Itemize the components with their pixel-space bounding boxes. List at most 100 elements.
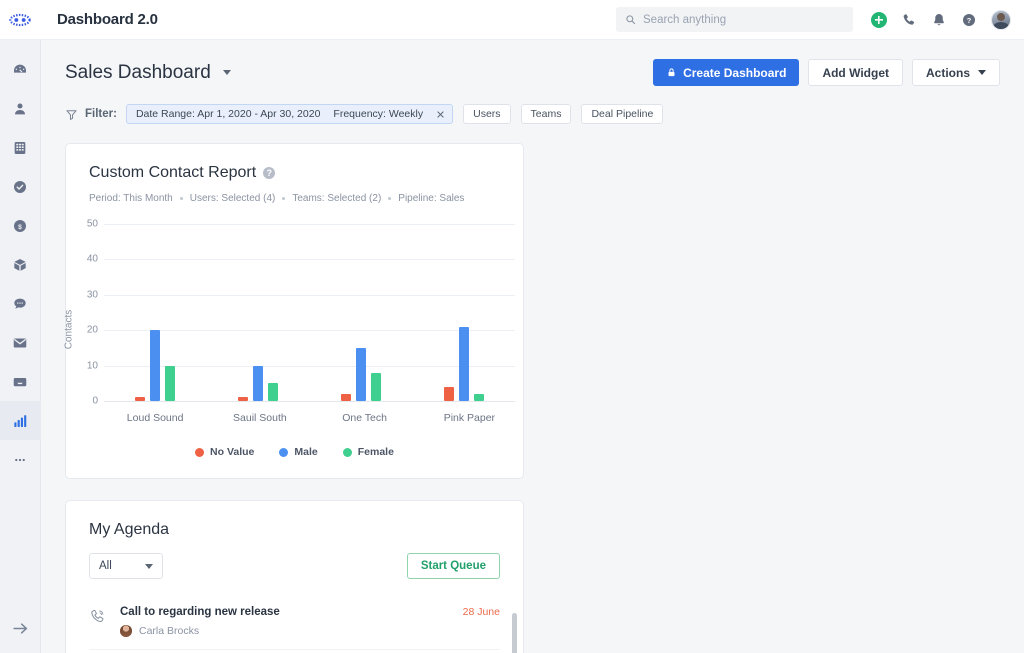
- app-title: Dashboard 2.0: [57, 11, 158, 28]
- chart-legend: No Value Male Female: [66, 434, 523, 478]
- sidebar-item-reports[interactable]: [0, 401, 41, 440]
- chart-bar[interactable]: [355, 347, 366, 401]
- add-widget-label: Add Widget: [822, 65, 889, 80]
- chart-x-label: Loud Sound: [126, 412, 184, 424]
- chart-bar[interactable]: [135, 397, 146, 401]
- sidebar-item-inbox[interactable]: [0, 362, 41, 401]
- filter-chip-users[interactable]: Users: [463, 104, 511, 124]
- legend-color-dot: [342, 447, 352, 457]
- dollar-circle-icon: $: [14, 219, 26, 232]
- meta-separator: [282, 197, 286, 200]
- agenda-filter-select[interactable]: All: [89, 553, 163, 579]
- search-input[interactable]: [643, 13, 844, 26]
- close-icon[interactable]: [436, 110, 445, 119]
- legend-item[interactable]: No Value: [195, 446, 254, 458]
- card-title-row: My Agenda: [89, 521, 500, 539]
- sidebar-collapse-button[interactable]: [0, 611, 41, 645]
- add-button[interactable]: [871, 11, 887, 28]
- legend-label: Female: [357, 446, 394, 458]
- card-title: My Agenda: [89, 521, 170, 538]
- chart-bar[interactable]: [268, 383, 279, 401]
- chart-bar-group: [310, 216, 413, 401]
- chart-bar[interactable]: [238, 397, 249, 401]
- sidebar-item-grid[interactable]: [0, 128, 41, 167]
- legend-item[interactable]: Female: [342, 446, 394, 458]
- card-header: Custom Contact Report ? Period: This Mon…: [66, 144, 523, 204]
- filter-chip-date-range[interactable]: Date Range: Apr 1, 2020 - Apr 30, 2020: [136, 108, 320, 120]
- actions-button[interactable]: Actions: [911, 59, 1000, 86]
- user-avatar[interactable]: [991, 9, 1011, 30]
- logo-icon: [9, 13, 31, 26]
- legend-item[interactable]: Male: [279, 446, 318, 458]
- meta-pipeline: Pipeline: Sales: [398, 193, 465, 204]
- create-dashboard-button[interactable]: Create Dashboard: [653, 59, 800, 86]
- chart-y-tick: 0: [92, 395, 98, 407]
- start-queue-label: Start Queue: [420, 560, 486, 572]
- sidebar-item-chat[interactable]: [0, 284, 41, 323]
- agenda-scrollbar[interactable]: [512, 613, 517, 653]
- agenda-item-subtitle: Carla Brocks: [139, 625, 200, 637]
- agenda-item-title-row: Call to regarding new release 28 June: [120, 606, 500, 618]
- card-custom-contact-report: Custom Contact Report ? Period: This Mon…: [64, 143, 524, 479]
- app-logo[interactable]: [0, 0, 41, 40]
- filter-chip-deal-pipeline[interactable]: Deal Pipeline: [581, 104, 664, 124]
- filter-icon: [66, 109, 77, 120]
- phone-icon: [91, 609, 104, 623]
- sidebar-item-tasks[interactable]: [0, 167, 41, 206]
- sidebar-item-more[interactable]: [0, 440, 41, 479]
- chart-bar[interactable]: [443, 386, 454, 401]
- chart-bar[interactable]: [473, 393, 484, 401]
- person-icon: [15, 102, 25, 114]
- meta-teams: Teams: Selected (2): [292, 193, 382, 204]
- chart-bar[interactable]: [150, 330, 161, 401]
- legend-label: Male: [294, 446, 318, 458]
- chart-bar[interactable]: [253, 365, 264, 401]
- topbar: Dashboard 2.0 ?: [41, 0, 1024, 40]
- chevron-down-icon: [222, 70, 231, 75]
- agenda-controls: All Start Queue: [89, 553, 500, 579]
- chart-bar[interactable]: [165, 365, 176, 401]
- agenda-item[interactable]: Email: Offering exclusive price negotati…: [89, 649, 500, 653]
- phone-icon[interactable]: [901, 12, 917, 28]
- sidebar-item-products[interactable]: [0, 245, 41, 284]
- sidebar-item-contacts[interactable]: [0, 89, 41, 128]
- chart-bar[interactable]: [370, 372, 381, 401]
- agenda-header: My Agenda All Start Queue Call to regard: [66, 501, 523, 653]
- start-queue-button[interactable]: Start Queue: [406, 553, 500, 579]
- chart-gridline: [104, 401, 515, 402]
- chart-bar[interactable]: [340, 393, 351, 401]
- active-filter-group[interactable]: Date Range: Apr 1, 2020 - Apr 30, 2020 F…: [125, 104, 454, 124]
- filter-chip-teams[interactable]: Teams: [520, 104, 572, 124]
- chart-bar[interactable]: [458, 326, 469, 401]
- svg-text:$: $: [18, 223, 22, 230]
- speedometer-icon: [14, 64, 26, 73]
- search-box[interactable]: [616, 7, 853, 32]
- filter-chip-frequency[interactable]: Frequency: Weekly: [333, 108, 423, 120]
- chart-bar-group: [412, 216, 515, 401]
- svg-text:?: ?: [967, 15, 972, 24]
- topbar-icons: ?: [871, 9, 1011, 30]
- check-circle-icon: [14, 180, 26, 193]
- chevron-down-icon: [145, 563, 153, 569]
- add-widget-button[interactable]: Add Widget: [808, 59, 903, 86]
- avatar: [120, 625, 132, 637]
- chart-y-tick: 30: [86, 289, 98, 301]
- sidebar-nav: $: [0, 40, 41, 479]
- agenda-item[interactable]: Call to regarding new release 28 June Carl…: [89, 593, 500, 649]
- agenda-scrollbar-thumb[interactable]: [512, 613, 517, 653]
- help-icon[interactable]: ?: [263, 167, 276, 179]
- sidebar-item-dashboard[interactable]: [0, 50, 41, 89]
- bell-icon[interactable]: [931, 12, 947, 28]
- card-meta: Period: This Month Users: Selected (4) T…: [89, 193, 500, 204]
- lock-icon: [668, 68, 675, 77]
- agenda-filter-value: All: [99, 560, 112, 572]
- dashboard-switcher-button[interactable]: [220, 66, 234, 80]
- help-icon[interactable]: ?: [961, 12, 977, 28]
- chart-bar-group: [104, 216, 207, 401]
- card-title-row: Custom Contact Report ?: [89, 164, 500, 182]
- agenda-item-time: 28 June: [462, 606, 500, 618]
- card-title: Custom Contact Report: [89, 164, 257, 181]
- sidebar-item-email[interactable]: [0, 323, 41, 362]
- chat-icon: [14, 298, 26, 309]
- sidebar-item-deals[interactable]: $: [0, 206, 41, 245]
